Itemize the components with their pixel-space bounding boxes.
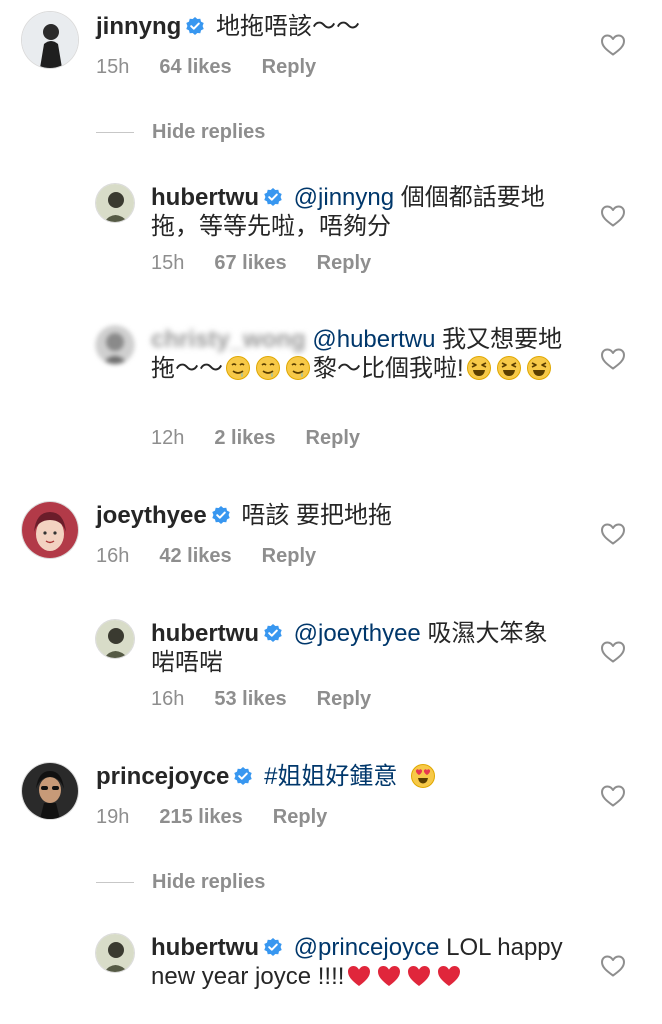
timestamp: 16h bbox=[96, 545, 130, 567]
likes-count[interactable]: 64 likes bbox=[159, 56, 231, 79]
reply-button[interactable]: Reply bbox=[262, 56, 316, 79]
username[interactable]: hubertwu bbox=[151, 184, 259, 211]
avatar-hubertwu[interactable] bbox=[96, 934, 134, 972]
avatar-hubertwu[interactable] bbox=[96, 620, 134, 658]
heart-outline-icon[interactable] bbox=[600, 522, 626, 546]
mention-link[interactable]: @hubertwu bbox=[312, 326, 435, 353]
red-heart-emoji bbox=[406, 963, 432, 989]
comment-meta: 15h 67 likes Reply bbox=[151, 252, 371, 275]
comment-meta: 19h 215 likes Reply bbox=[96, 806, 327, 829]
username[interactable]: hubertwu bbox=[151, 620, 259, 647]
comment-body: princejoyce #姐姐好鍾意 bbox=[96, 762, 596, 791]
reply-button[interactable]: Reply bbox=[306, 427, 360, 450]
laughing-squint-emoji bbox=[466, 355, 492, 381]
likes-count[interactable]: 215 likes bbox=[159, 806, 242, 829]
comment-body: hubertwu @joeythyee 吸濕大笨象啱唔啱 bbox=[151, 619, 571, 677]
avatar-hubertwu[interactable] bbox=[96, 184, 134, 222]
red-heart-emoji bbox=[376, 963, 402, 989]
timestamp: 15h bbox=[151, 252, 185, 274]
reply-button[interactable]: Reply bbox=[273, 806, 327, 829]
avatar-joeythyee[interactable] bbox=[22, 502, 78, 558]
heart-outline-icon[interactable] bbox=[600, 954, 626, 978]
drooling-face-emoji bbox=[255, 355, 281, 381]
verified-badge-icon bbox=[233, 766, 253, 786]
timestamp: 12h bbox=[151, 427, 185, 449]
heart-outline-icon[interactable] bbox=[600, 784, 626, 808]
comment-meta: 15h 64 likes Reply bbox=[96, 56, 316, 79]
timestamp: 19h bbox=[96, 806, 130, 828]
hide-replies-label[interactable]: Hide replies bbox=[152, 121, 265, 144]
hide-replies-toggle[interactable]: Hide replies bbox=[96, 870, 265, 894]
hide-replies-label[interactable]: Hide replies bbox=[152, 871, 265, 894]
hashtag-link[interactable]: #姐姐好鍾意 bbox=[264, 763, 397, 790]
likes-count[interactable]: 53 likes bbox=[214, 688, 286, 711]
mention-link[interactable]: @princejoyce bbox=[294, 934, 440, 961]
comment-text: 唔該 要把地拖 bbox=[241, 502, 393, 529]
comment-body: hubertwu @jinnyng 個個都話要地拖，等等先啦，唔夠分 bbox=[151, 183, 571, 241]
comment-meta: 16h 42 likes Reply bbox=[96, 545, 316, 568]
timestamp: 16h bbox=[151, 688, 185, 710]
heart-eyes-emoji bbox=[410, 763, 436, 789]
verified-badge-icon bbox=[263, 187, 283, 207]
avatar-princejoyce[interactable] bbox=[22, 763, 78, 819]
likes-count[interactable]: 67 likes bbox=[214, 252, 286, 275]
comment-meta: 16h 53 likes Reply bbox=[151, 688, 371, 711]
red-heart-emoji bbox=[346, 963, 372, 989]
verified-badge-icon bbox=[263, 937, 283, 957]
verified-badge-icon bbox=[263, 623, 283, 643]
likes-count[interactable]: 2 likes bbox=[214, 427, 275, 450]
verified-badge-icon bbox=[185, 16, 205, 36]
comment-body: hubertwu @princejoyce LOL happy new year… bbox=[151, 933, 571, 991]
likes-count[interactable]: 42 likes bbox=[159, 545, 231, 568]
comment-body: jinnyng 地拖唔該～～ bbox=[96, 12, 596, 41]
avatar-blurred[interactable] bbox=[96, 326, 134, 364]
drooling-face-emoji bbox=[225, 355, 251, 381]
comment-text: 地拖唔該～～ bbox=[216, 13, 360, 40]
heart-outline-icon[interactable] bbox=[600, 33, 626, 57]
username[interactable]: joeythyee bbox=[96, 502, 207, 529]
timestamp: 15h bbox=[96, 56, 130, 78]
username[interactable]: hubertwu bbox=[151, 934, 259, 961]
laughing-squint-emoji bbox=[526, 355, 552, 381]
divider-line bbox=[96, 881, 134, 883]
heart-outline-icon[interactable] bbox=[600, 204, 626, 228]
divider-line bbox=[96, 131, 134, 133]
mention-link[interactable]: @joeythyee bbox=[294, 620, 421, 647]
laughing-squint-emoji bbox=[496, 355, 522, 381]
comment-text-2: 黎～比個我啦! bbox=[313, 355, 464, 382]
reply-button[interactable]: Reply bbox=[262, 545, 316, 568]
avatar-jinnyng[interactable] bbox=[22, 12, 78, 68]
drooling-face-emoji bbox=[285, 355, 311, 381]
comment-meta: 12h 2 likes Reply bbox=[151, 427, 360, 450]
mention-link[interactable]: @jinnyng bbox=[294, 184, 394, 211]
reply-button[interactable]: Reply bbox=[317, 688, 371, 711]
verified-badge-icon bbox=[211, 505, 231, 525]
reply-button[interactable]: Reply bbox=[317, 252, 371, 275]
heart-outline-icon[interactable] bbox=[600, 347, 626, 371]
heart-outline-icon[interactable] bbox=[600, 640, 626, 664]
red-heart-emoji bbox=[436, 963, 462, 989]
comment-body: christy_wong @hubertwu 我又想要地拖～～ 黎～比個我啦! bbox=[151, 325, 571, 383]
username[interactable]: princejoyce bbox=[96, 763, 229, 790]
hide-replies-toggle[interactable]: Hide replies bbox=[96, 120, 265, 144]
comment-body: joeythyee 唔該 要把地拖 bbox=[96, 501, 596, 530]
username[interactable]: jinnyng bbox=[96, 13, 181, 40]
username[interactable]: christy_wong bbox=[151, 326, 306, 353]
